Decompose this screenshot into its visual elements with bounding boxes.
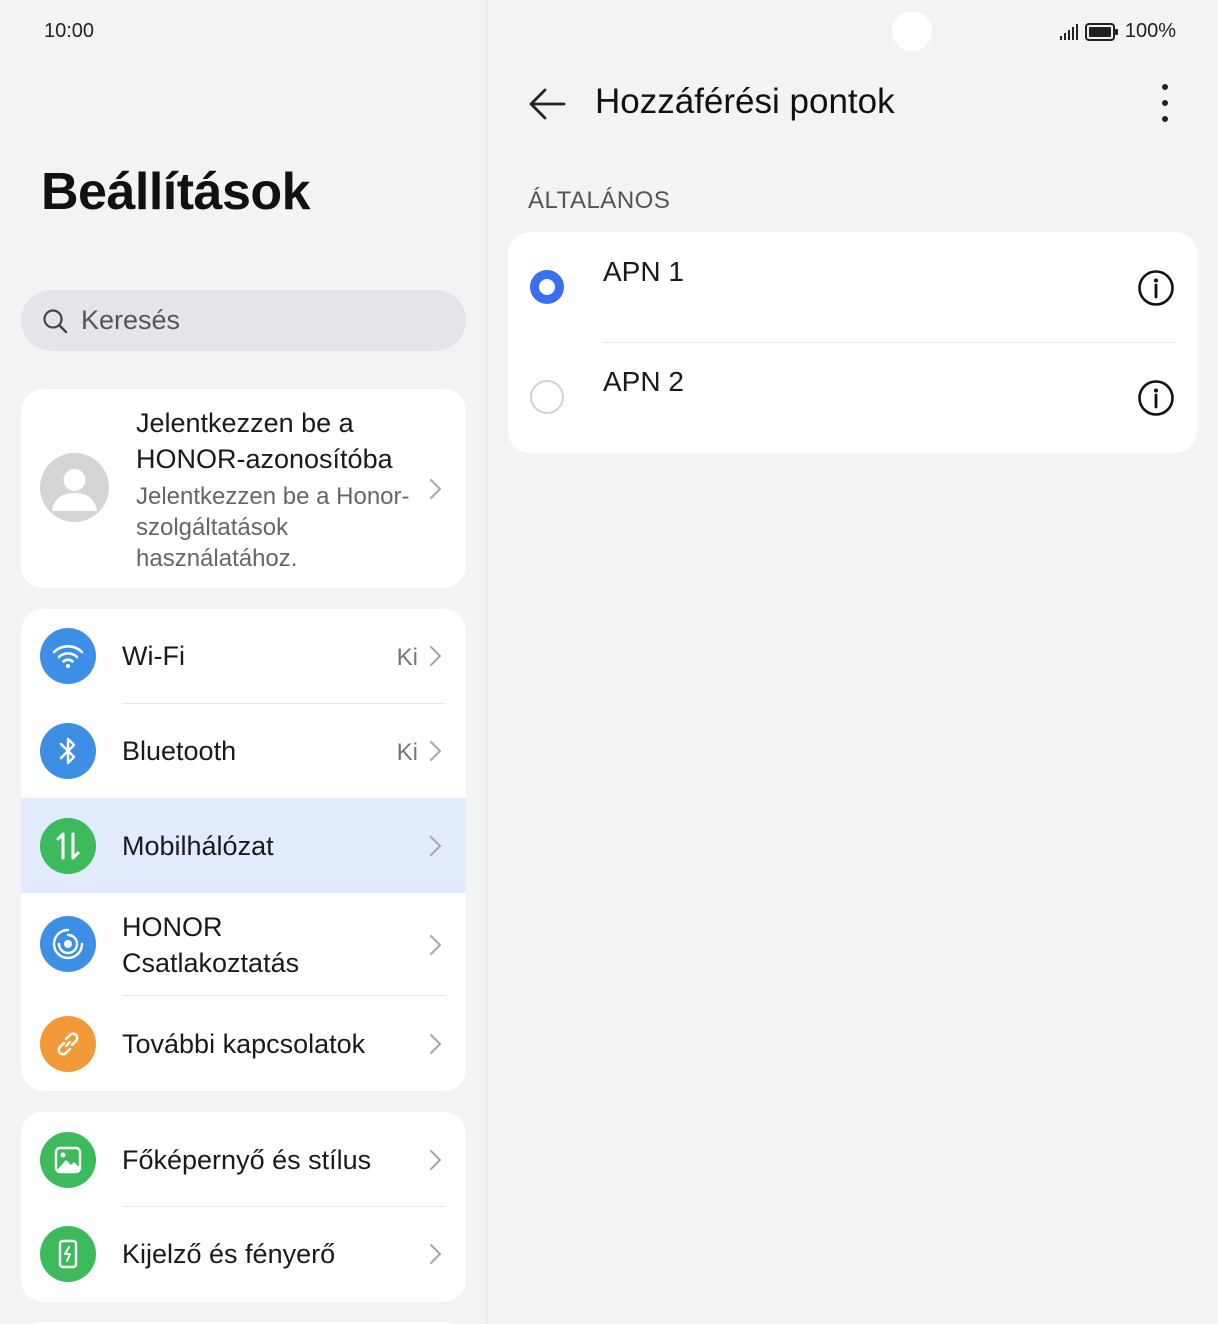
wallpaper-icon xyxy=(40,1132,96,1188)
search-icon xyxy=(43,308,68,333)
settings-item-value: Ki xyxy=(396,739,418,766)
display-group: Főképernyő és stílus Kijelző és fényerő xyxy=(21,1112,466,1302)
device-screen: 10:00 100% Beállítások Keresés Jelentkez… xyxy=(0,0,1218,1324)
apn-item[interactable]: APN 2 xyxy=(508,343,1197,453)
account-title: Jelentkezzen be a HONOR-azonosítóba xyxy=(136,408,393,474)
settings-item-honor-connect[interactable]: HONOR Csatlakoztatás xyxy=(21,894,466,995)
bluetooth-icon xyxy=(40,723,96,779)
info-icon[interactable] xyxy=(1137,379,1175,417)
apn-item[interactable]: APN 1 xyxy=(508,232,1197,342)
settings-item-label: Kijelző és fényerő xyxy=(122,1239,336,1269)
settings-item-bluetooth[interactable]: Bluetooth Ki xyxy=(21,704,466,798)
chevron-right-icon xyxy=(429,1243,442,1265)
display-icon xyxy=(40,1226,96,1282)
search-input[interactable]: Keresés xyxy=(21,290,466,351)
settings-item-more-connections[interactable]: További kapcsolatok xyxy=(21,996,466,1091)
settings-pane: Beállítások Keresés Jelentkezzen be a HO… xyxy=(0,0,486,1324)
honor-connect-icon xyxy=(40,916,96,972)
chevron-right-icon xyxy=(429,835,442,857)
radio-selected[interactable] xyxy=(530,270,564,304)
settings-item-label: Wi-Fi xyxy=(122,641,185,671)
chevron-right-icon xyxy=(429,934,442,956)
chevron-right-icon xyxy=(429,478,442,500)
settings-item-wifi[interactable]: Wi-Fi Ki xyxy=(21,609,466,703)
page-title: Beállítások xyxy=(41,163,311,221)
chevron-right-icon xyxy=(429,645,442,667)
more-options-icon[interactable] xyxy=(1153,82,1177,124)
settings-item-label: HONOR Csatlakoztatás xyxy=(122,912,300,978)
chevron-right-icon xyxy=(429,1149,442,1171)
settings-item-value: Ki xyxy=(396,644,418,671)
chevron-right-icon xyxy=(429,740,442,762)
user-avatar-icon xyxy=(52,469,97,511)
settings-item-label: Bluetooth xyxy=(122,736,237,766)
apn-name: APN 2 xyxy=(603,366,684,397)
settings-item-label: További kapcsolatok xyxy=(122,1029,366,1059)
connectivity-group: Wi-Fi Ki Bluetooth Ki Mobilhálózat HONOR… xyxy=(21,609,466,1091)
settings-item-label: Főképernyő és stílus xyxy=(122,1145,372,1175)
settings-item-label: Mobilhálózat xyxy=(122,831,274,861)
avatar xyxy=(40,453,109,522)
apn-list: APN 1 APN 2 xyxy=(508,232,1197,453)
settings-item-home-screen[interactable]: Főképernyő és stílus xyxy=(21,1112,466,1206)
settings-item-mobile-network[interactable]: Mobilhálózat xyxy=(21,798,466,893)
wifi-icon xyxy=(40,628,96,684)
radio-unselected[interactable] xyxy=(530,380,564,414)
account-subtitle: Jelentkezzen be a Honor-szolgáltatások h… xyxy=(136,483,410,572)
chevron-right-icon xyxy=(429,1033,442,1055)
apn-pane: Hozzáférési pontok ÁLTALÁNOS APN 1 APN 2 xyxy=(487,0,1218,1324)
mobile-data-icon xyxy=(40,818,96,874)
back-arrow-icon[interactable] xyxy=(527,84,567,124)
link-icon xyxy=(40,1016,96,1072)
page-title: Hozzáférési pontok xyxy=(595,82,895,121)
settings-item-display[interactable]: Kijelző és fényerő xyxy=(21,1207,466,1302)
apn-name: APN 1 xyxy=(603,256,684,287)
account-card[interactable]: Jelentkezzen be a HONOR-azonosítóba Jele… xyxy=(21,389,466,588)
info-icon[interactable] xyxy=(1137,269,1175,307)
search-placeholder: Keresés xyxy=(81,305,181,335)
section-header: ÁLTALÁNOS xyxy=(528,187,671,214)
